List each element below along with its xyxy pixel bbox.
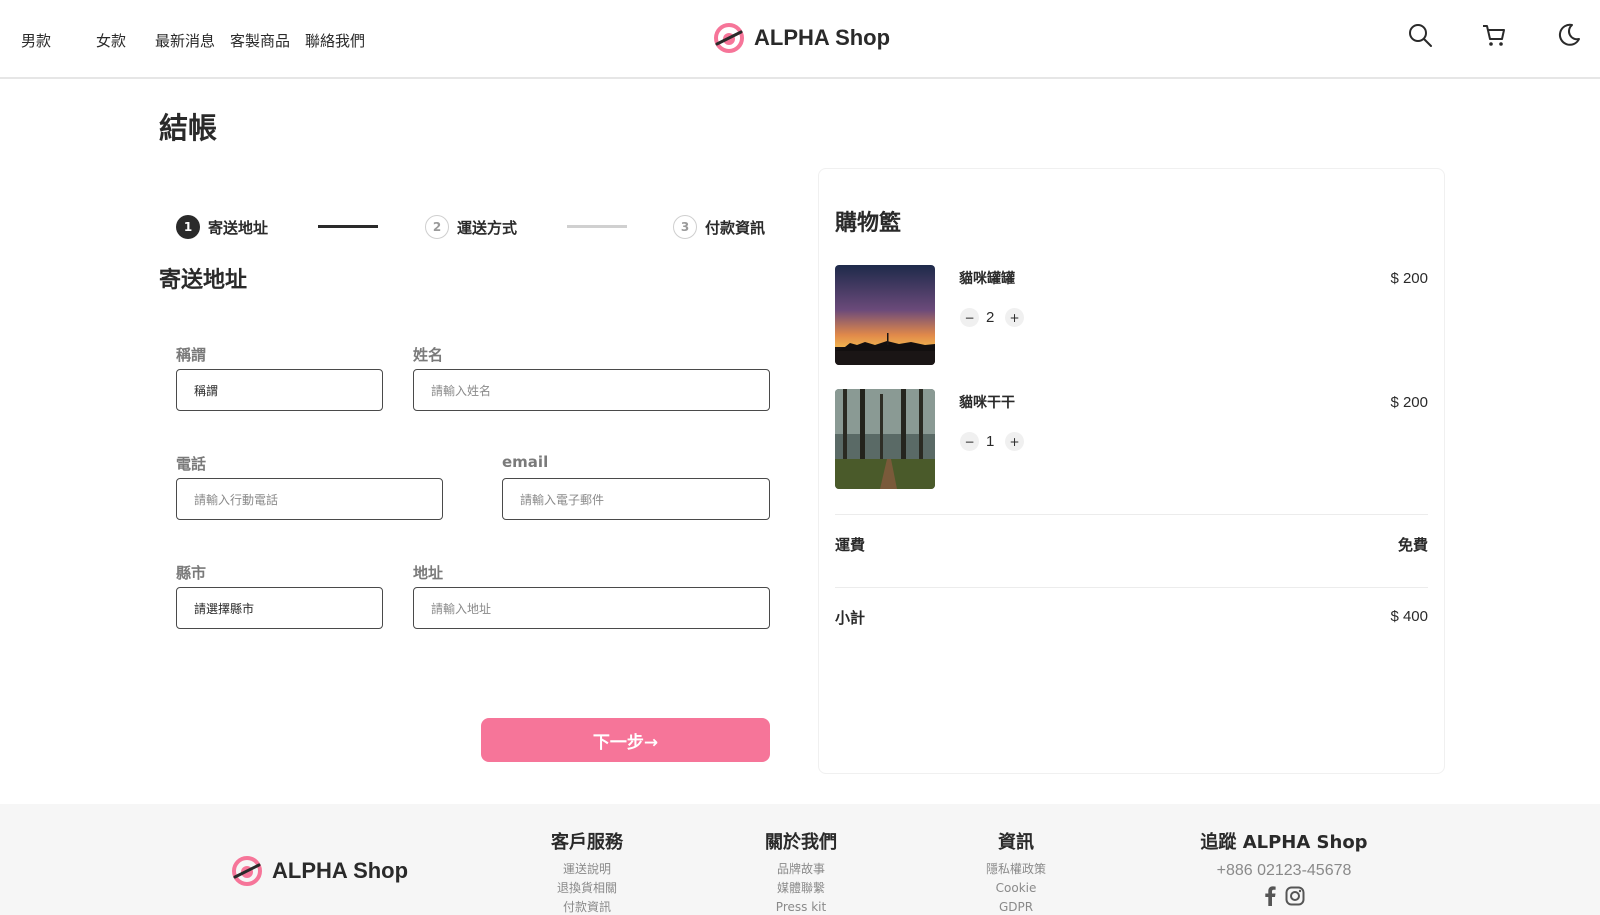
phone-label: 電話 (176, 455, 207, 473)
footer-link[interactable]: Cookie (976, 879, 1056, 898)
section-title: 寄送地址 (159, 268, 248, 293)
footer-col-title: 追蹤 ALPHA Shop (1200, 832, 1368, 853)
nav-men[interactable]: 男款 (21, 30, 51, 51)
product-name: 貓咪干干 (959, 395, 1015, 411)
address-input[interactable]: 請輸入地址 (413, 587, 770, 629)
shipping-label: 運費 (835, 536, 866, 554)
brand-logo-link[interactable]: ALPHA Shop (713, 22, 890, 54)
social-icons (1186, 886, 1382, 906)
instagram-icon[interactable] (1285, 886, 1305, 906)
step-label: 付款資訊 (705, 218, 766, 237)
brand-name: ALPHA Shop (754, 25, 891, 50)
product-qty: 2 (986, 309, 995, 326)
decrease-qty-button[interactable]: − (960, 432, 979, 451)
footer-link[interactable]: 退換貨相關 (547, 879, 627, 898)
search-icon[interactable] (1407, 22, 1433, 48)
email-input[interactable]: 請輸入電子郵件 (502, 478, 770, 520)
step-connector-inactive (567, 225, 627, 228)
footer-col-service: 客戶服務 運送說明 退換貨相關 付款資訊 (547, 828, 627, 915)
footer-link[interactable]: 媒體聯繫 (761, 879, 841, 898)
step-number: 2 (425, 215, 449, 239)
cart-title: 購物籃 (835, 211, 902, 236)
product-image-sunset (835, 265, 935, 365)
increase-qty-button[interactable]: + (1005, 308, 1024, 327)
footer-link[interactable]: Press kit (761, 898, 841, 915)
step-label: 運送方式 (457, 218, 518, 237)
footer-col-title: 資訊 (998, 832, 1034, 853)
product-name: 貓咪罐罐 (959, 271, 1015, 287)
product-price: $ 200 (1390, 394, 1428, 411)
step-connector-active (318, 225, 378, 228)
next-step-button[interactable]: 下一步→ (481, 718, 770, 762)
step-number: 1 (176, 215, 200, 239)
subtotal-value: $ 400 (1390, 608, 1428, 625)
product-qty: 1 (986, 433, 995, 450)
step-payment: 3 付款資訊 (673, 215, 765, 239)
step-shipping-method: 2 運送方式 (425, 215, 517, 239)
city-label: 縣市 (176, 564, 207, 582)
step-label: 寄送地址 (208, 218, 269, 237)
footer-link[interactable]: 品牌故事 (761, 860, 841, 879)
footer-link[interactable]: GDPR (976, 898, 1056, 915)
nav-news[interactable]: 最新消息 (155, 30, 215, 51)
cart-divider (835, 587, 1428, 588)
footer-brand-name: ALPHA Shop (272, 858, 409, 883)
name-input[interactable]: 請輸入姓名 (413, 369, 770, 411)
footer-col-title: 客戶服務 (551, 832, 623, 853)
footer-link[interactable]: 運送說明 (547, 860, 627, 879)
brand-logo-icon (714, 23, 744, 53)
moon-icon[interactable] (1556, 22, 1582, 48)
shipping-value: 免費 (1397, 536, 1428, 554)
nav-custom[interactable]: 客製商品 (230, 30, 290, 51)
product-image-forest (835, 389, 935, 489)
phone-input[interactable]: 請輸入行動電話 (176, 478, 443, 520)
step-number: 3 (673, 215, 697, 239)
salutation-label: 稱謂 (176, 346, 207, 364)
footer-phone: +886 02123-45678 (1216, 862, 1352, 879)
brand-logo-icon (232, 856, 262, 886)
facebook-icon[interactable] (1263, 886, 1277, 906)
footer-col-about: 關於我們 品牌故事 媒體聯繫 Press kit (761, 828, 841, 915)
address-label: 地址 (413, 564, 444, 582)
footer-link[interactable]: 付款資訊 (547, 898, 627, 915)
cart-icon[interactable] (1481, 22, 1507, 48)
name-label: 姓名 (413, 346, 444, 364)
nav-women[interactable]: 女款 (96, 30, 126, 51)
subtotal-label: 小計 (835, 609, 866, 627)
footer-col-info: 資訊 隱私權政策 Cookie GDPR (976, 828, 1056, 915)
product-price: $ 200 (1390, 270, 1428, 287)
page-title: 結帳 (159, 111, 218, 145)
email-label: email (502, 453, 549, 471)
decrease-qty-button[interactable]: − (960, 308, 979, 327)
city-select[interactable]: 請選擇縣市 (176, 587, 383, 629)
cart-divider (835, 514, 1428, 515)
increase-qty-button[interactable]: + (1005, 432, 1024, 451)
footer-col-follow: 追蹤 ALPHA Shop +886 02123-45678 (1186, 828, 1382, 906)
step-shipping-address: 1 寄送地址 (176, 215, 268, 239)
footer-col-title: 關於我們 (765, 832, 837, 853)
site-header: 男款 女款 最新消息 客製商品 聯絡我們 ALPHA Shop (0, 0, 1600, 79)
salutation-select[interactable]: 稱謂 (176, 369, 383, 411)
nav-contact[interactable]: 聯絡我們 (305, 30, 365, 51)
footer-link[interactable]: 隱私權政策 (976, 860, 1056, 879)
footer-brand[interactable]: ALPHA Shop (231, 855, 408, 887)
